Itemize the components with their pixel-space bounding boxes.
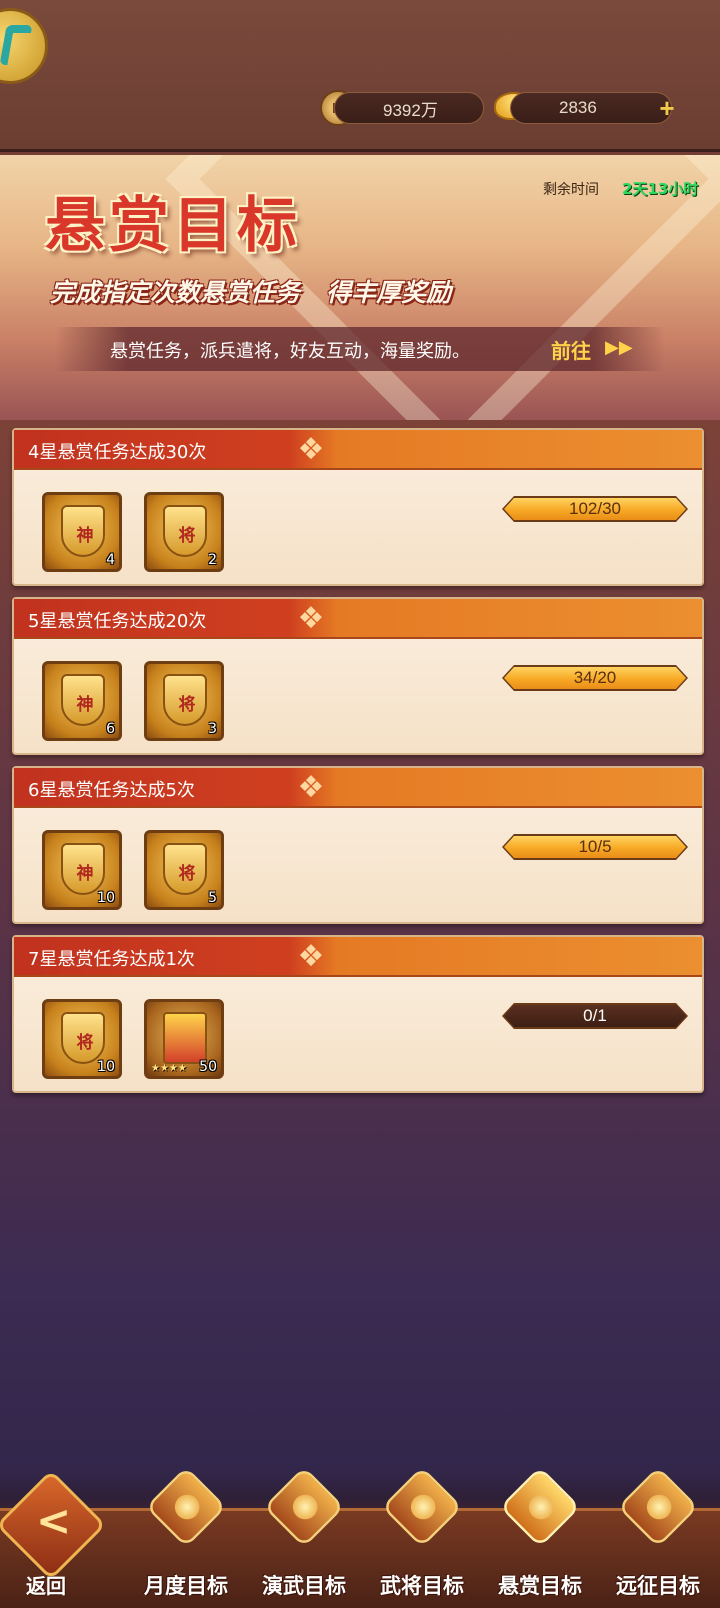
task-progress-bar: 34/20 [502, 665, 688, 691]
nav-label[interactable]: 月度目标 [127, 1570, 245, 1600]
nav-icon-emblem [292, 1494, 318, 1520]
reward-emblem-char: 将 [76, 1033, 94, 1053]
reward-count: 10 [97, 890, 115, 906]
task-title: 6星悬赏任务达成5次 [28, 780, 195, 801]
avatar-glyph-icon [0, 25, 33, 65]
reward-emblem-char: 将 [178, 695, 196, 715]
reward-emblem: 神 [61, 843, 105, 895]
nav-label[interactable]: 悬赏目标 [481, 1570, 599, 1600]
task-card: 6星悬赏任务达成5次 ❖ 神 10 将 5 10/5 [12, 766, 704, 924]
task-card-header: 6星悬赏任务达成5次 ❖ [14, 768, 702, 808]
general-token-icon[interactable]: 将 10 [42, 999, 122, 1079]
nav-item-4[interactable]: 悬赏目标 [481, 1466, 599, 1608]
reward-emblem-char: 神 [76, 695, 94, 715]
reward-emblem-char: 神 [76, 864, 94, 884]
chinese-knot-icon: ❖ [297, 939, 325, 974]
bounty-banner: 悬赏目标 完成指定次数悬赏任务 得丰厚奖励 剩余时间 2天13小时 悬赏任务，派… [0, 155, 720, 420]
reward-emblem-char: 将 [178, 526, 196, 546]
task-card: 7星悬赏任务达成1次 ❖ 将 10 ★★★★ 50 0/1 [12, 935, 704, 1093]
divine-token-icon[interactable]: 神 10 [42, 830, 122, 910]
task-progress-bar: 0/1 [502, 1003, 688, 1029]
player-avatar[interactable] [0, 8, 48, 84]
hero-shard-icon[interactable]: ★★★★ 50 [144, 999, 224, 1079]
task-progress-bar: 10/5 [502, 834, 688, 860]
reward-count: 3 [208, 721, 217, 737]
page-title: 悬赏目标 [45, 191, 301, 261]
chinese-knot-icon: ❖ [297, 601, 325, 636]
reward-emblem [163, 1012, 207, 1064]
progress-label: 34/20 [573, 668, 617, 687]
task-title: 5星悬赏任务达成20次 [28, 611, 207, 632]
reward-count: 5 [208, 890, 217, 906]
info-text: 悬赏任务，派兵遣将，好友互动，海量奖励。 [110, 341, 470, 362]
goto-button[interactable]: 前往 [551, 335, 591, 364]
general-token-icon[interactable]: 将3 [144, 661, 224, 741]
nav-item-1[interactable]: 月度目标 [127, 1466, 245, 1608]
goto-arrow-icon[interactable]: ▶▶ [605, 337, 633, 358]
trophy-icon[interactable] [499, 1466, 581, 1548]
chinese-knot-icon: ❖ [297, 432, 325, 467]
reward-emblem: 神 [61, 674, 105, 726]
reward-count: 10 [97, 1059, 115, 1075]
banner-subtitle: 完成指定次数悬赏任务 得丰厚奖励 [50, 278, 452, 307]
general-token-icon[interactable]: 将2 [144, 492, 224, 572]
bottom-nav: < 返回 月度目标 演武目标 武将目标 悬赏目标 远征目标 [0, 1466, 720, 1608]
coin-amount: 9392万 [383, 100, 438, 120]
progress-label: 0/1 [583, 1006, 607, 1025]
top-bar: 9392万 2836 + [0, 0, 720, 152]
task-card-header: 5星悬赏任务达成20次 ❖ [14, 599, 702, 639]
expedition-shield-icon[interactable] [617, 1466, 699, 1548]
nav-icon-emblem [410, 1494, 436, 1520]
divine-token-icon[interactable]: 神4 [42, 492, 122, 572]
divine-token-icon[interactable]: 神6 [42, 661, 122, 741]
drum-icon[interactable] [263, 1466, 345, 1548]
task-title: 4星悬赏任务达成30次 [28, 442, 207, 463]
remaining-time-value: 2天13小时 [622, 180, 699, 198]
nav-item-5[interactable]: 远征目标 [599, 1466, 717, 1608]
reward-emblem-char: 神 [76, 526, 94, 546]
general-goal-icon[interactable] [381, 1466, 463, 1548]
back-arrow-icon[interactable]: < [36, 1496, 71, 1545]
reward-emblem: 将 [163, 505, 207, 557]
task-card: 5星悬赏任务达成20次 ❖ 神 6 将 3 34/20 [12, 597, 704, 755]
nav-item-2[interactable]: 演武目标 [245, 1466, 363, 1608]
back-label[interactable]: 返回 [26, 1570, 66, 1599]
task-card-header: 4星悬赏任务达成30次 ❖ [14, 430, 702, 470]
task-card: 4星悬赏任务达成30次 ❖ 神 4 将 2 102/30 [12, 428, 704, 586]
task-title: 7星悬赏任务达成1次 [28, 949, 195, 970]
monthly-goal-icon[interactable] [145, 1466, 227, 1548]
reward-count: 2 [208, 552, 217, 568]
coin-balance: 9392万 [334, 92, 484, 124]
info-strip: 悬赏任务，派兵遣将，好友互动，海量奖励。 前往 ▶▶ [55, 327, 665, 371]
nav-icon-emblem [646, 1494, 672, 1520]
reward-emblem: 神 [61, 505, 105, 557]
reward-count: 6 [106, 721, 115, 737]
nav-label[interactable]: 远征目标 [599, 1570, 717, 1600]
reward-emblem-char: 将 [178, 864, 196, 884]
reward-stars: ★★★★ [151, 1063, 187, 1074]
reward-count: 50 [199, 1059, 217, 1075]
reward-emblem: 将 [163, 674, 207, 726]
progress-label: 102/30 [569, 499, 621, 518]
nav-icon-emblem [174, 1494, 200, 1520]
task-card-header: 7星悬赏任务达成1次 ❖ [14, 937, 702, 977]
reward-count: 4 [106, 552, 115, 568]
general-token-icon[interactable]: 将5 [144, 830, 224, 910]
nav-label[interactable]: 武将目标 [363, 1570, 481, 1600]
progress-label: 10/5 [578, 837, 612, 856]
remaining-time-label: 剩余时间 [543, 182, 599, 198]
nav-icon-emblem [528, 1494, 554, 1520]
task-progress-bar: 102/30 [502, 496, 688, 522]
add-ingots-button[interactable]: + [652, 93, 682, 123]
reward-emblem: 将 [163, 843, 207, 895]
nav-item-3[interactable]: 武将目标 [363, 1466, 481, 1608]
nav-label[interactable]: 演武目标 [245, 1570, 363, 1600]
ingot-balance: 2836 [510, 92, 672, 124]
reward-emblem: 将 [61, 1012, 105, 1064]
ingot-amount: 2836 [559, 98, 597, 117]
chinese-knot-icon: ❖ [297, 770, 325, 805]
